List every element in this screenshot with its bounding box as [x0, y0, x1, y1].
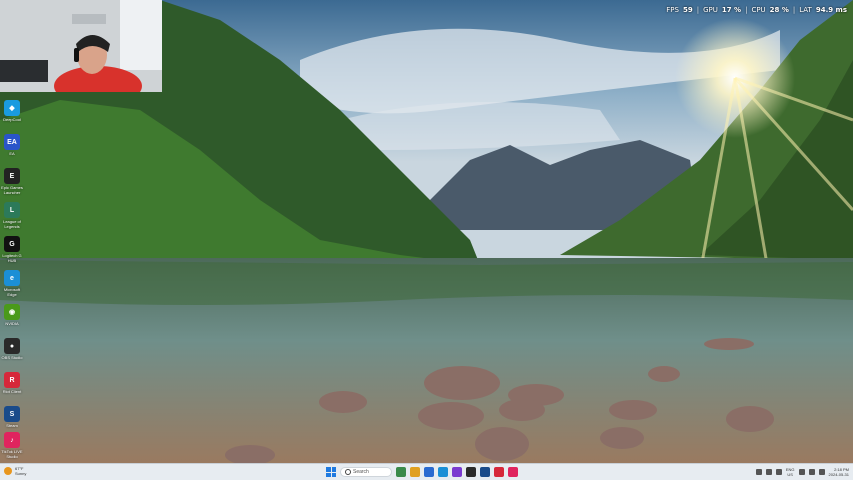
desktop-icon-tiktok-live[interactable]: ♪ TikTok LIVE Studio [0, 432, 24, 462]
desktop-icon-riot[interactable]: R Riot Client [0, 372, 24, 402]
webcam-feed [0, 0, 162, 92]
system-tray: ENG US 2:18 PM 2024-05-31 [755, 466, 849, 478]
cpu-label: CPU [751, 6, 766, 14]
obs-icon: ● [4, 338, 20, 354]
volume-icon[interactable] [808, 469, 815, 475]
cpu-value: 28 % [769, 6, 789, 14]
gpu-value: 17 % [721, 6, 742, 14]
fps-value: 59 [682, 6, 693, 14]
app-icon-6[interactable] [466, 467, 476, 477]
app-icon-8[interactable] [494, 467, 504, 477]
start-button[interactable] [326, 467, 336, 477]
sun-icon [4, 467, 12, 475]
search-placeholder: Search [353, 469, 369, 475]
desktop-icon-obs[interactable]: ● OBS Studio [0, 338, 24, 368]
perf-separator: | [792, 6, 796, 14]
desktop-icon-label: NVIDIA [5, 321, 19, 326]
desktop-icon-league[interactable]: L League of Legends [0, 202, 24, 232]
desktop-icon-epic-games[interactable]: E Epic Games Launcher [0, 168, 24, 198]
ea-icon: EA [4, 134, 20, 150]
desktop-icon-label: Microsoft Edge [3, 287, 21, 297]
keyboard-layout: US [787, 472, 793, 477]
lat-value: 94.9 ms [815, 6, 847, 14]
desktop-icon-label: DeepCool [3, 117, 21, 122]
desktop-icon-nvidia[interactable]: ◉ NVIDIA [0, 304, 24, 334]
riot-icon: R [4, 372, 20, 388]
epic-games-icon: E [4, 168, 20, 184]
search-icon [345, 469, 351, 475]
desktop-icon-ea[interactable]: EA EA [0, 134, 24, 164]
tray-app-icon[interactable] [765, 469, 772, 475]
performance-overlay: FPS 59 | GPU 17 % | CPU 28 % | LAT 94.9 … [666, 4, 847, 16]
weather-desc: Sunny [15, 471, 27, 476]
app-icon-3[interactable] [424, 467, 434, 477]
clock-date: 2024-05-31 [828, 472, 849, 477]
perf-separator: | [696, 6, 700, 14]
desktop-icon-deepcool[interactable]: ◆ DeepCool [0, 100, 24, 130]
app-icon-2[interactable] [410, 467, 420, 477]
edge-icon: e [4, 270, 20, 286]
deepcool-icon: ◆ [4, 100, 20, 116]
webcam-overlay [0, 0, 162, 92]
steam-icon: S [4, 406, 20, 422]
taskbar-search[interactable]: Search [340, 467, 392, 477]
app-icon-5[interactable] [452, 467, 462, 477]
fps-label: FPS [666, 6, 679, 14]
nvidia-icon: ◉ [4, 304, 20, 320]
league-icon: L [4, 202, 20, 218]
taskbar-center: Search [326, 466, 518, 478]
desktop-icon-logitech[interactable]: G Logitech G HUB [0, 236, 24, 266]
tiktok-icon: ♪ [4, 432, 20, 448]
desktop-icon-label: Epic Games Launcher [1, 185, 23, 195]
desktop-icon-label: Logitech G HUB [2, 253, 22, 263]
app-icon-4[interactable] [438, 467, 448, 477]
desktop-icon-label: League of Legends [3, 219, 21, 229]
wifi-icon[interactable] [798, 469, 805, 475]
app-icon-9[interactable] [508, 467, 518, 477]
app-icon-7[interactable] [480, 467, 490, 477]
desktop-icon-label: TikTok LIVE Studio [1, 449, 23, 459]
language-indicator[interactable]: ENG US [786, 467, 795, 477]
desktop-icon-label: Steam [6, 423, 18, 428]
desktop-icon-label: OBS Studio [1, 355, 23, 360]
desktop-icon-label: Riot Client [2, 389, 22, 394]
battery-icon[interactable] [818, 469, 825, 475]
taskbar: 67°F Sunny Search ENG US 2:18 PM 2024-05… [0, 463, 853, 480]
lat-label: LAT [799, 6, 812, 14]
windows-logo-icon [326, 467, 331, 472]
tray-app-icon[interactable] [775, 469, 782, 475]
desktop-icon-label: EA [9, 151, 15, 156]
clock[interactable]: 2:18 PM 2024-05-31 [829, 467, 849, 477]
gpu-label: GPU [703, 6, 718, 14]
app-icon-1[interactable] [396, 467, 406, 477]
desktop-icon-edge[interactable]: e Microsoft Edge [0, 270, 24, 300]
perf-separator: | [745, 6, 748, 14]
chevron-up-icon[interactable] [755, 469, 762, 475]
weather-widget[interactable]: 67°F Sunny [4, 466, 26, 476]
logitech-icon: G [4, 236, 20, 252]
